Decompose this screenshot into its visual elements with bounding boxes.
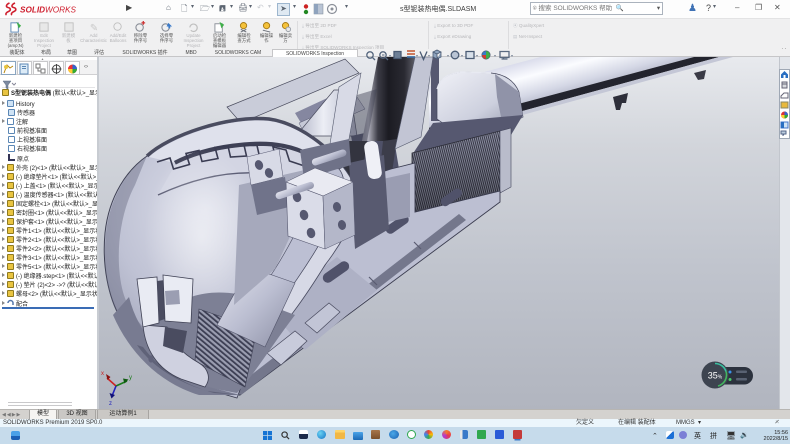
svg-text:y: y (129, 375, 132, 381)
svg-text:SOLIDWORKS: SOLIDWORKS (20, 6, 77, 15)
svg-text:▾: ▾ (428, 53, 430, 58)
svg-text:▾: ▾ (494, 53, 496, 58)
svg-text:▾: ▾ (476, 53, 478, 58)
svg-text:x: x (101, 371, 104, 377)
svg-text:▾: ▾ (389, 53, 391, 58)
svg-text:z: z (109, 401, 112, 407)
svg-text:▾: ▾ (461, 53, 463, 58)
svg-text:▾: ▾ (511, 53, 513, 58)
svg-text:▾: ▾ (447, 53, 449, 58)
svg-text:▾: ▾ (416, 53, 418, 58)
svg-text:✎: ✎ (89, 23, 98, 33)
